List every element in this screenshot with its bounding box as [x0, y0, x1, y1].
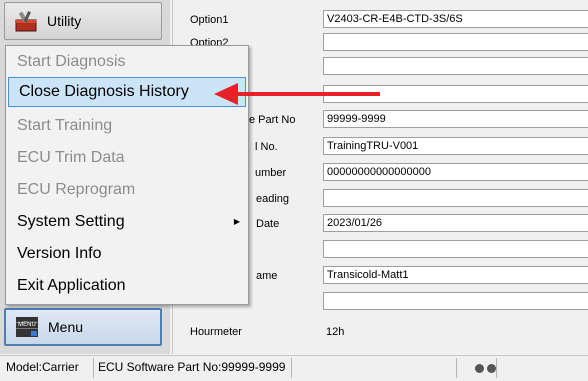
menu-item-start-training[interactable]: Start Training — [6, 111, 248, 141]
menu-item-ecu-trim-data[interactable]: ECU Trim Data — [6, 143, 248, 173]
menu-item-label: System Setting — [17, 213, 125, 230]
form-row-field[interactable] — [323, 240, 588, 258]
form-row-label: ame — [256, 270, 278, 282]
form-row-label: eading — [256, 193, 290, 205]
menu-item-label: Start Training — [17, 117, 113, 134]
menu-item-exit-application[interactable]: Exit Application — [6, 271, 248, 301]
status-bar: Model:Carrier ECU Software Part No:99999… — [0, 355, 588, 381]
form-row-label: Date — [256, 218, 280, 230]
form-row-field[interactable] — [323, 189, 588, 207]
utility-dropdown-menu: Start Diagnosis Close Diagnosis History St… — [5, 45, 249, 305]
menu-item-system-setting[interactable]: System Setting ▶ — [6, 207, 248, 237]
menu-item-label: Close Diagnosis History — [19, 83, 189, 100]
status-model: Model:Carrier — [6, 360, 79, 374]
form-row-field[interactable]: V2403-CR-E4B-CTD-3S/6S — [323, 10, 588, 28]
menu-item-label: ECU Trim Data — [17, 149, 125, 166]
menu-item-label: ECU Reprogram — [17, 181, 136, 198]
utility-label: Utility — [47, 13, 82, 29]
form-row-label: l No. — [255, 141, 278, 153]
form-row-label: e Part No — [249, 114, 296, 126]
form-row-field[interactable] — [323, 33, 588, 51]
menu-item-label: Start Diagnosis — [17, 53, 126, 70]
menu-item-ecu-reprogram[interactable]: ECU Reprogram — [6, 175, 248, 205]
form-row-label: Option1 — [190, 14, 229, 26]
form-row-field[interactable] — [323, 57, 588, 75]
hourmeter-label: Hourmeter — [190, 326, 242, 338]
form-row-field[interactable] — [323, 85, 588, 103]
menu-item-version-info[interactable]: Version Info — [6, 239, 248, 269]
form-row-field[interactable] — [323, 292, 588, 310]
form-row-field[interactable]: 99999-9999 — [323, 110, 588, 128]
menu-icon-text: MENU — [18, 322, 36, 328]
form-row-field[interactable]: TrainingTRU-V001 — [323, 137, 588, 155]
menu-label: Menu — [48, 319, 84, 335]
form-row-field[interactable]: Transicold-Matt1 — [323, 266, 588, 284]
status-indicator-icon — [475, 364, 484, 373]
form-row-field[interactable]: 00000000000000000 — [323, 163, 588, 181]
form-row-field[interactable]: 2023/01/26 — [323, 214, 588, 232]
toolbox-icon — [15, 11, 37, 32]
menu-item-close-diagnosis-history[interactable]: Close Diagnosis History — [8, 77, 246, 107]
menu-icon: MENU — [16, 317, 38, 337]
status-indicator-icon — [487, 364, 496, 373]
form-row-label: umber — [255, 167, 287, 179]
menu-item-start-diagnosis[interactable]: Start Diagnosis — [6, 47, 248, 77]
utility-button[interactable]: Utility — [4, 2, 162, 40]
submenu-arrow-icon: ▶ — [233, 217, 240, 226]
menu-button[interactable]: MENU Menu — [4, 308, 162, 346]
status-ecu-part: ECU Software Part No:99999-9999 — [98, 360, 286, 374]
hourmeter-value: 12h — [326, 326, 345, 338]
menu-item-label: Version Info — [17, 245, 102, 262]
menu-item-label: Exit Application — [17, 277, 126, 294]
